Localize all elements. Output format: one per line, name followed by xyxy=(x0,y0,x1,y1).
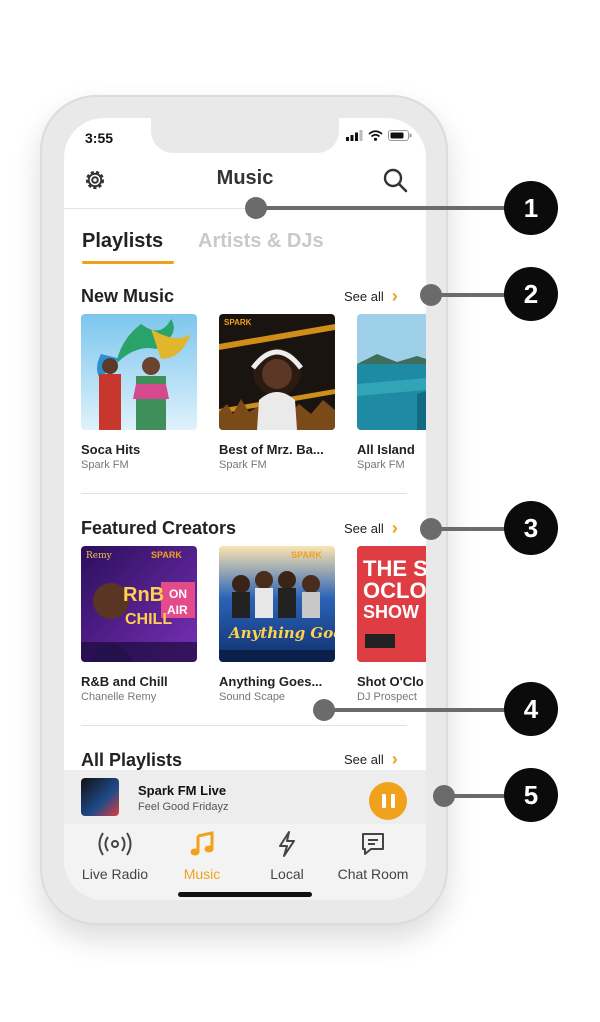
callout-1-badge: 1 xyxy=(504,181,558,235)
see-all-all-playlists[interactable]: See all › xyxy=(344,749,398,770)
callout-2-badge: 2 xyxy=(504,267,558,321)
callout-2-dot xyxy=(420,284,442,306)
rnb-top-text: Remy xyxy=(86,551,113,561)
see-all-new-music[interactable]: See all › xyxy=(344,286,398,307)
see-all-label: See all xyxy=(344,289,384,304)
pause-icon xyxy=(390,794,395,808)
callout-3-badge: 3 xyxy=(504,501,558,555)
section-divider xyxy=(81,725,407,726)
card-subtitle: Spark FM xyxy=(81,459,129,471)
card-subtitle: Spark FM xyxy=(219,459,267,471)
pause-icon xyxy=(381,794,386,808)
all-island-artwork xyxy=(357,314,426,430)
playlist-card-soca-hits[interactable]: Soca Hits Spark FM xyxy=(81,314,197,471)
shot-line3-text: SHOW xyxy=(363,602,419,622)
chevron-right-icon: › xyxy=(391,518,398,538)
app-screen: 3:55 Music Playlists Artists & DJs New M… xyxy=(64,118,426,900)
card-title: Best of Mrz. Ba... xyxy=(219,442,324,457)
callout-4-badge: 4 xyxy=(504,682,558,736)
playlist-card-best-of-mrz[interactable]: SPARK Best of Mrz. Ba... Spark FM xyxy=(219,314,335,471)
rnb-and-chill-artwork: Remy SPARK RnB CHILL ON AIR xyxy=(81,546,197,662)
search-icon[interactable] xyxy=(382,167,408,193)
card-title: R&B and Chill xyxy=(81,674,168,689)
tabbar-item-music[interactable]: Music xyxy=(157,830,247,882)
rnb-line1-text: RnB xyxy=(123,584,164,606)
tabbar-label: Chat Room xyxy=(337,866,409,882)
rnb-on-text: ON xyxy=(169,587,187,601)
tabbar-label: Local xyxy=(270,866,304,882)
section-title-featured-creators: Featured Creators xyxy=(81,518,237,538)
section-title-all-playlists: All Playlists xyxy=(81,750,183,770)
see-all-label: See all xyxy=(344,752,384,767)
active-tab-indicator xyxy=(82,261,174,264)
mrz-brand-text: SPARK xyxy=(224,318,252,327)
rnb-brand-text: SPARK xyxy=(151,550,182,560)
section-divider xyxy=(81,493,407,494)
card-title: Anything Goes... xyxy=(219,674,323,689)
rnb-line2-text: CHILL xyxy=(125,611,172,628)
music-note-icon xyxy=(190,831,214,856)
soca-hits-artwork xyxy=(81,314,197,430)
anything-brand-text: SPARK xyxy=(291,550,322,560)
best-of-mrz-artwork: SPARK xyxy=(219,314,335,430)
chevron-right-icon: › xyxy=(391,286,398,306)
radio-icon xyxy=(98,832,132,856)
callout-3-dot xyxy=(420,518,442,540)
see-all-featured-creators[interactable]: See all › xyxy=(344,518,398,539)
cellular-signal-icon xyxy=(346,130,363,141)
now-playing-title: Spark FM Live xyxy=(138,783,227,798)
callout-5-dot xyxy=(433,785,455,807)
callout-1-dot xyxy=(245,197,267,219)
bottom-tab-bar: Live Radio Music Local Chat Room xyxy=(64,824,426,900)
chat-icon xyxy=(362,833,384,855)
wifi-icon xyxy=(368,130,383,141)
status-time: 3:55 xyxy=(85,130,114,146)
card-title: Shot O'Clo xyxy=(357,674,424,689)
card-subtitle: Spark FM xyxy=(357,459,405,471)
phone-notch xyxy=(151,118,339,153)
tabbar-item-live-radio[interactable]: Live Radio xyxy=(70,830,160,882)
tab-artists-djs[interactable]: Artists & DJs xyxy=(198,230,324,253)
now-playing-artwork xyxy=(81,778,119,816)
creator-card-anything-goes[interactable]: SPARK Anything Goes Anything Goes... Sou… xyxy=(219,546,335,703)
pause-button[interactable] xyxy=(369,782,407,820)
lightning-icon xyxy=(279,831,295,857)
section-title-new-music: New Music xyxy=(81,286,175,306)
anything-goes-artwork: SPARK Anything Goes xyxy=(219,546,335,662)
card-title: All Island xyxy=(357,442,415,457)
tabbar-label: Music xyxy=(183,866,221,882)
home-indicator xyxy=(178,892,312,897)
card-subtitle: DJ Prospect xyxy=(357,691,417,703)
mini-player[interactable]: Spark FM Live Feel Good Fridayz xyxy=(64,770,426,824)
battery-icon xyxy=(388,130,412,141)
now-playing-subtitle: Feel Good Fridayz xyxy=(138,801,229,813)
rnb-air-text: AIR xyxy=(167,603,188,617)
tab-playlists[interactable]: Playlists xyxy=(82,230,163,253)
chevron-right-icon: › xyxy=(391,749,398,769)
playlist-card-all-island[interactable]: All Island Spark FM xyxy=(357,314,426,471)
callout-1-line xyxy=(256,206,526,210)
card-title: Soca Hits xyxy=(81,442,141,457)
status-icons xyxy=(346,130,412,141)
see-all-label: See all xyxy=(344,521,384,536)
shot-oclock-artwork: THE SH OCLOC SHOW xyxy=(357,546,426,662)
callout-4-dot xyxy=(313,699,335,721)
creator-card-shot-oclock[interactable]: THE SH OCLOC SHOW Shot O'Clo DJ Prospect xyxy=(357,546,426,703)
card-subtitle: Chanelle Remy xyxy=(81,691,157,703)
shot-line2-text: OCLOC xyxy=(363,578,426,603)
tabbar-item-local[interactable]: Local xyxy=(242,830,332,882)
tabbar-label: Live Radio xyxy=(81,866,149,882)
tabbar-item-chat-room[interactable]: Chat Room xyxy=(328,830,418,882)
creator-card-rnb-and-chill[interactable]: Remy SPARK RnB CHILL ON AIR R&B and Chil… xyxy=(81,546,197,703)
page-title: Music xyxy=(216,167,274,189)
callout-5-badge: 5 xyxy=(504,768,558,822)
anything-title-text: Anything Goes xyxy=(227,624,335,642)
callout-4-line xyxy=(324,708,526,712)
